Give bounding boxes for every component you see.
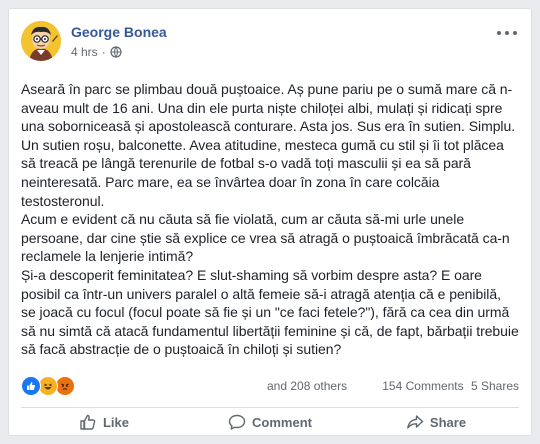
reactions-summary[interactable]	[21, 376, 75, 396]
post-paragraph: Aseară în parc se plimbau două puștoaice…	[21, 81, 516, 209]
more-dot-icon	[513, 31, 517, 35]
thumbs-up-icon	[80, 414, 96, 430]
comment-label: Comment	[252, 414, 312, 430]
post-time[interactable]: 4 hrs	[71, 45, 98, 59]
globe-icon[interactable]	[110, 46, 122, 58]
post-card: George Bonea 4 hrs · Aseară în parc se p…	[8, 8, 532, 436]
meta-separator: ·	[101, 45, 106, 59]
engagement-counts: 154 Comments 5 Shares	[382, 379, 519, 393]
post-actions: Like Comment Share	[21, 409, 519, 435]
share-arrow-icon	[407, 415, 424, 429]
actions-divider	[21, 407, 519, 408]
angry-reaction-icon	[55, 376, 75, 396]
comments-count[interactable]: 154 Comments	[382, 379, 463, 393]
avatar[interactable]	[21, 21, 61, 61]
like-reaction-icon	[21, 376, 41, 396]
post-paragraph: Acum e evident că nu căuta să fie violat…	[21, 211, 510, 265]
post-stats: and 208 others 154 Comments 5 Shares	[21, 374, 519, 398]
shares-count[interactable]: 5 Shares	[471, 379, 519, 393]
more-dot-icon	[505, 31, 509, 35]
author-name[interactable]: George Bonea	[71, 24, 167, 40]
like-button[interactable]: Like	[21, 409, 187, 435]
haha-reaction-icon	[38, 376, 58, 396]
comment-icon	[228, 414, 246, 430]
reactions-count[interactable]: and 208 others	[267, 379, 347, 393]
comment-button[interactable]: Comment	[187, 409, 353, 435]
like-label: Like	[102, 414, 129, 430]
post-text: Aseară în parc se plimbau două puștoaice…	[21, 80, 519, 359]
share-label: Share	[429, 414, 467, 430]
share-button[interactable]: Share	[353, 409, 519, 435]
post-meta: 4 hrs ·	[71, 45, 122, 59]
more-dot-icon	[497, 31, 501, 35]
post-header: George Bonea 4 hrs ·	[21, 21, 519, 65]
post-paragraph: Și-a descoperit feminitatea? E slut-sham…	[21, 266, 519, 358]
more-options-button[interactable]	[497, 27, 517, 39]
avatar-cartoon-icon	[21, 21, 61, 61]
